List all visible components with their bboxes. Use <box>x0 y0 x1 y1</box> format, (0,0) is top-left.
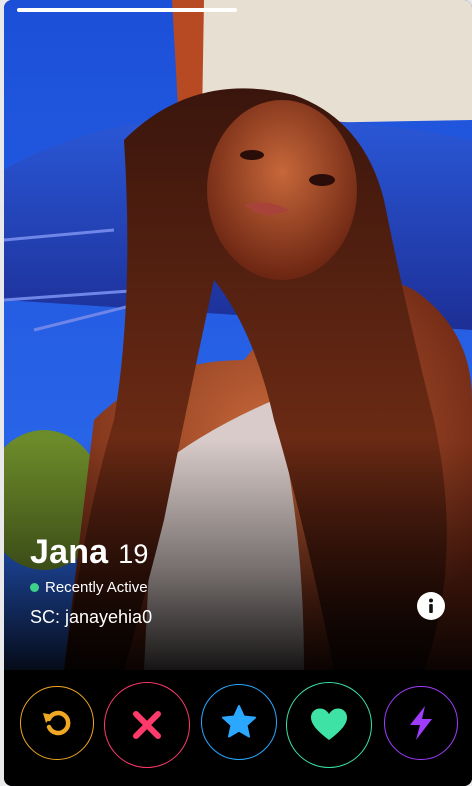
rewind-icon <box>43 710 71 736</box>
info-button[interactable] <box>417 592 445 620</box>
profile-bio: SC: janayehia0 <box>30 607 153 627</box>
name-row: Jana 19 <box>30 533 152 572</box>
profile-age: 19 <box>118 539 149 569</box>
profile-name: Jana <box>30 533 109 571</box>
nope-button[interactable] <box>104 682 190 768</box>
activity-status-label: Recently Active <box>45 579 148 596</box>
profile-info: Jana 19 Recently Active SC: janayehia0 <box>30 533 152 628</box>
star-icon <box>222 705 256 738</box>
heart-icon <box>311 708 347 740</box>
super-like-button[interactable] <box>201 684 277 760</box>
active-dot-icon <box>30 583 39 592</box>
info-icon <box>429 598 433 613</box>
close-icon <box>133 711 161 739</box>
like-button[interactable] <box>286 682 372 768</box>
boost-button[interactable] <box>384 686 458 760</box>
rewind-button[interactable] <box>20 686 94 760</box>
action-bar <box>4 670 472 786</box>
profile-card[interactable]: Jana 19 Recently Active SC: janayehia0 <box>4 0 472 786</box>
photo-progress-bar <box>17 8 237 12</box>
lightning-icon <box>410 706 432 740</box>
activity-status: Recently Active <box>30 579 152 596</box>
